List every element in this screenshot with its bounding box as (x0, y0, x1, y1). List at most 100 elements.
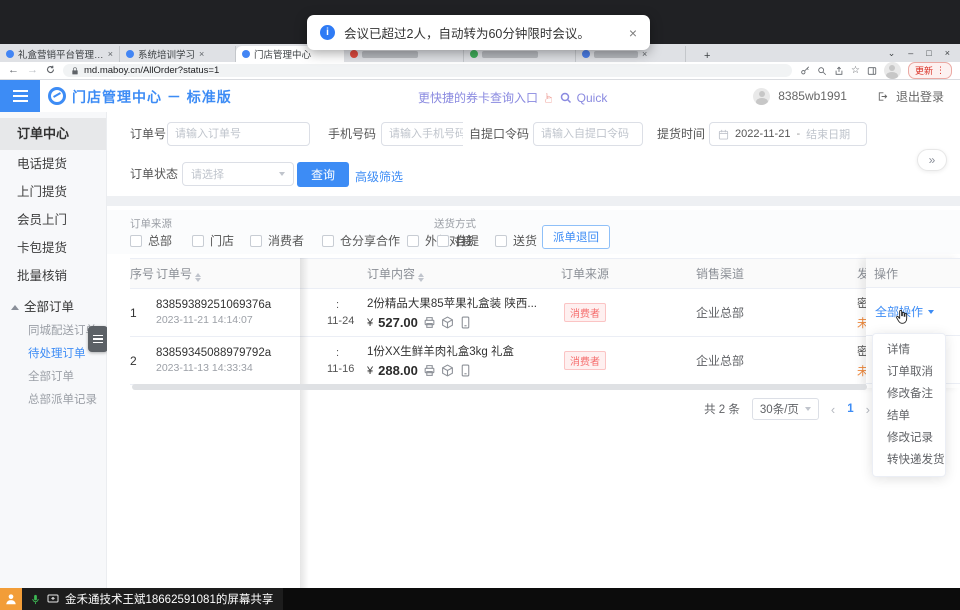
pagination-prev-button[interactable]: ‹ (831, 402, 835, 417)
sidebar-item-batch-verify[interactable]: 批量核销 (0, 262, 106, 290)
microphone-icon[interactable] (30, 594, 41, 605)
checkbox-icon[interactable] (130, 235, 142, 247)
col-source: 订单来源 (545, 259, 625, 289)
browser-tab-2[interactable]: 系统培训学习 × (120, 46, 236, 62)
promo-area: 更快捷的券卡查询入口 ☞ Quick (418, 89, 607, 106)
forward-icon[interactable]: → (27, 65, 38, 76)
window-maximize-button[interactable]: □ (926, 48, 931, 58)
checkbox-icon[interactable] (322, 235, 334, 247)
menu-item-details[interactable]: 详情 (873, 339, 945, 361)
delivery-method-group-label: 送货方式 (434, 216, 476, 231)
checkbox-icon[interactable] (250, 235, 262, 247)
sidebar-item-card-pickup[interactable]: 卡包提货 (0, 234, 106, 262)
browser-profile-avatar[interactable] (884, 62, 901, 79)
order-no-input[interactable] (167, 122, 310, 146)
tab-label: 系统培训学习 (138, 47, 195, 61)
new-tab-button[interactable]: + (704, 50, 710, 62)
tab-search-icon[interactable]: ⌄ (888, 48, 896, 59)
quick-search-icon[interactable] (560, 92, 572, 104)
dispatch-return-button[interactable]: 派单退回 (542, 225, 610, 249)
menu-item-cancel-order[interactable]: 订单取消 (873, 361, 945, 383)
pickup-code-input[interactable] (533, 122, 643, 146)
advanced-filter-link[interactable]: 高级筛选 (355, 168, 403, 185)
username: 8385wb1991 (778, 89, 847, 103)
checkbox-delivery[interactable]: 送货 (495, 232, 537, 249)
tab-close-icon[interactable]: × (199, 49, 204, 59)
checkbox-icon[interactable] (437, 235, 449, 247)
print-icon[interactable] (423, 316, 436, 329)
horizontal-scrollbar[interactable] (132, 384, 867, 390)
tab-favicon (350, 50, 358, 58)
checkbox-icon[interactable] (407, 235, 419, 247)
col-order-no[interactable]: 订单号 (156, 259, 300, 289)
window-minimize-button[interactable]: – (908, 48, 913, 58)
search-button[interactable]: 查询 (297, 162, 349, 187)
menu-item-close-order[interactable]: 结单 (873, 405, 945, 427)
checkbox-icon[interactable] (495, 235, 507, 247)
logout-button[interactable]: 退出登录 (896, 88, 944, 105)
order-table-card: 订单来源 总部 门店 消费者 仓分享合作 外部对接 送货方式 自提 送货 派单退… (107, 206, 960, 588)
sidebar-item-member-visit[interactable]: 会员上门 (0, 206, 106, 234)
menu-item-edit-note[interactable]: 修改备注 (873, 383, 945, 405)
date-range-picker[interactable]: 2022-11-21 - 结束日期 (709, 122, 867, 146)
pointing-hand-icon: ☞ (541, 92, 557, 104)
table-row[interactable]: 2 83859345088979792a 2023-11-13 14:33:34… (130, 337, 960, 385)
promo-link[interactable]: 更快捷的券卡查询入口 (418, 89, 538, 106)
clipped-text: : (300, 347, 362, 359)
sidebar-subitem-all-orders[interactable]: 全部订单 (0, 366, 106, 389)
pagination-page-1[interactable]: 1 (847, 403, 853, 415)
checkbox-icon[interactable] (192, 235, 204, 247)
table-row[interactable]: 1 83859389251069376a 2023-11-21 14:14:07… (130, 289, 960, 337)
chrome-update-button[interactable]: 更新 ⋮ (908, 62, 952, 79)
share-icon[interactable] (834, 66, 844, 76)
col-index: 序号 (130, 259, 156, 289)
all-actions-dropdown-trigger[interactable]: 全部操作 (866, 288, 960, 336)
quick-link[interactable]: Quick (577, 91, 608, 105)
bookmark-star-icon[interactable]: ☆ (851, 65, 860, 76)
window-close-button[interactable]: × (945, 48, 950, 58)
collapse-filters-button[interactable]: » (917, 149, 947, 171)
zoom-icon[interactable] (817, 66, 827, 76)
phone-icon[interactable] (459, 364, 472, 377)
url-field[interactable]: md.maboy.cn/AllOrder?status=1 (63, 64, 792, 77)
browser-tab-1[interactable]: 礼盒营销平台管理中心 × (0, 46, 120, 62)
checkbox-self-pickup[interactable]: 自提 (437, 232, 479, 249)
toast-message: 会议已超过2人，自动转为60分钟限时会议。 (344, 23, 590, 42)
user-avatar[interactable] (753, 88, 770, 105)
phone-icon[interactable] (459, 316, 472, 329)
app-title-dash: － (167, 89, 182, 105)
calendar-icon (718, 129, 729, 140)
sidebar-collapse-handle[interactable] (88, 326, 108, 352)
reload-icon[interactable] (46, 65, 55, 77)
checkbox-hq[interactable]: 总部 (130, 232, 172, 249)
key-icon[interactable] (800, 66, 810, 76)
orders-table: 序号 订单号 订单内容 订单来源 销售渠道 发货 1 (130, 258, 960, 385)
order-content-title: 1份XX生鲜羊肉礼盒3kg 礼盒 (367, 343, 545, 359)
menu-item-edit-history[interactable]: 修改记录 (873, 427, 945, 449)
side-panel-icon[interactable] (867, 66, 877, 76)
package-icon[interactable] (441, 364, 454, 377)
checkbox-warehouse-share[interactable]: 仓分享合作 (322, 232, 400, 249)
checkbox-consumer[interactable]: 消费者 (250, 232, 304, 249)
page-size-select[interactable]: 30条/页 (752, 398, 819, 420)
toast-close-icon[interactable]: × (629, 25, 637, 41)
sidebar-item-door-pickup[interactable]: 上门提货 (0, 178, 106, 206)
pagination-next-button[interactable]: › (866, 402, 870, 417)
sidebar-subitem-hq-dispatch-log[interactable]: 总部派单记录 (0, 389, 106, 412)
currency-symbol: ¥ (367, 365, 373, 377)
sort-icon[interactable] (418, 273, 424, 282)
tab-close-icon[interactable]: × (642, 49, 647, 59)
checkbox-store[interactable]: 门店 (192, 232, 234, 249)
col-label: 订单内容 (367, 267, 415, 281)
print-icon[interactable] (423, 364, 436, 377)
col-content[interactable]: 订单内容 (362, 259, 545, 289)
sidebar-group-all-orders[interactable]: 全部订单 (0, 294, 106, 320)
sidebar-item-phone-pickup[interactable]: 电话提货 (0, 150, 106, 178)
sort-icon[interactable] (195, 273, 201, 282)
tab-close-icon[interactable]: × (108, 49, 113, 59)
menu-item-to-express[interactable]: 转快递发货 (873, 449, 945, 471)
package-icon[interactable] (441, 316, 454, 329)
hamburger-menu-button[interactable] (0, 80, 40, 112)
order-status-select[interactable]: 请选择 (182, 162, 294, 186)
back-icon[interactable]: ← (8, 65, 19, 76)
